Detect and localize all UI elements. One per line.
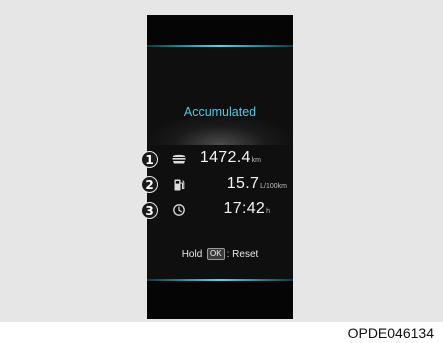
ok-key-icon: OK: [207, 248, 225, 260]
distance-unit: km: [251, 157, 261, 164]
reset-hint-suffix: : Reset: [226, 249, 259, 260]
distance-value-group: 1472.4km: [200, 149, 261, 167]
figure-code: OPDE046134: [347, 325, 434, 341]
distance-value: 1472.4: [199, 149, 251, 166]
fuel-economy-value-group: 15.7L/100km: [227, 175, 287, 193]
distance-row: 1472.4km: [147, 149, 293, 169]
reset-hint: Hold OK: Reset: [147, 248, 293, 260]
top-accent-line: [147, 45, 293, 47]
callout-marker-3: 3: [141, 202, 158, 219]
driving-time-value: 17:42: [223, 200, 266, 217]
road-icon: [172, 154, 186, 164]
fuel-economy-value: 15.7: [226, 175, 260, 192]
callout-marker-2: 2: [141, 176, 158, 193]
fuel-economy-unit: L/100km: [260, 183, 287, 190]
fuel-economy-row: 15.7L/100km: [147, 175, 293, 195]
cluster-display: Accumulated 1472.4km 15.7L/100km 17:42h …: [147, 15, 293, 319]
fuel-pump-icon: [174, 179, 185, 191]
header-glow: [147, 115, 293, 145]
display-top-band: [147, 15, 293, 45]
driving-time-unit: h: [266, 208, 270, 215]
driving-time-row: 17:42h: [147, 200, 293, 220]
driving-time-value-group: 17:42h: [224, 200, 270, 218]
callout-marker-1: 1: [141, 151, 158, 168]
display-bottom-band: [147, 281, 293, 319]
reset-hint-prefix: Hold: [181, 249, 203, 260]
clock-icon: [173, 204, 185, 216]
accumulated-title: Accumulated: [183, 105, 257, 119]
